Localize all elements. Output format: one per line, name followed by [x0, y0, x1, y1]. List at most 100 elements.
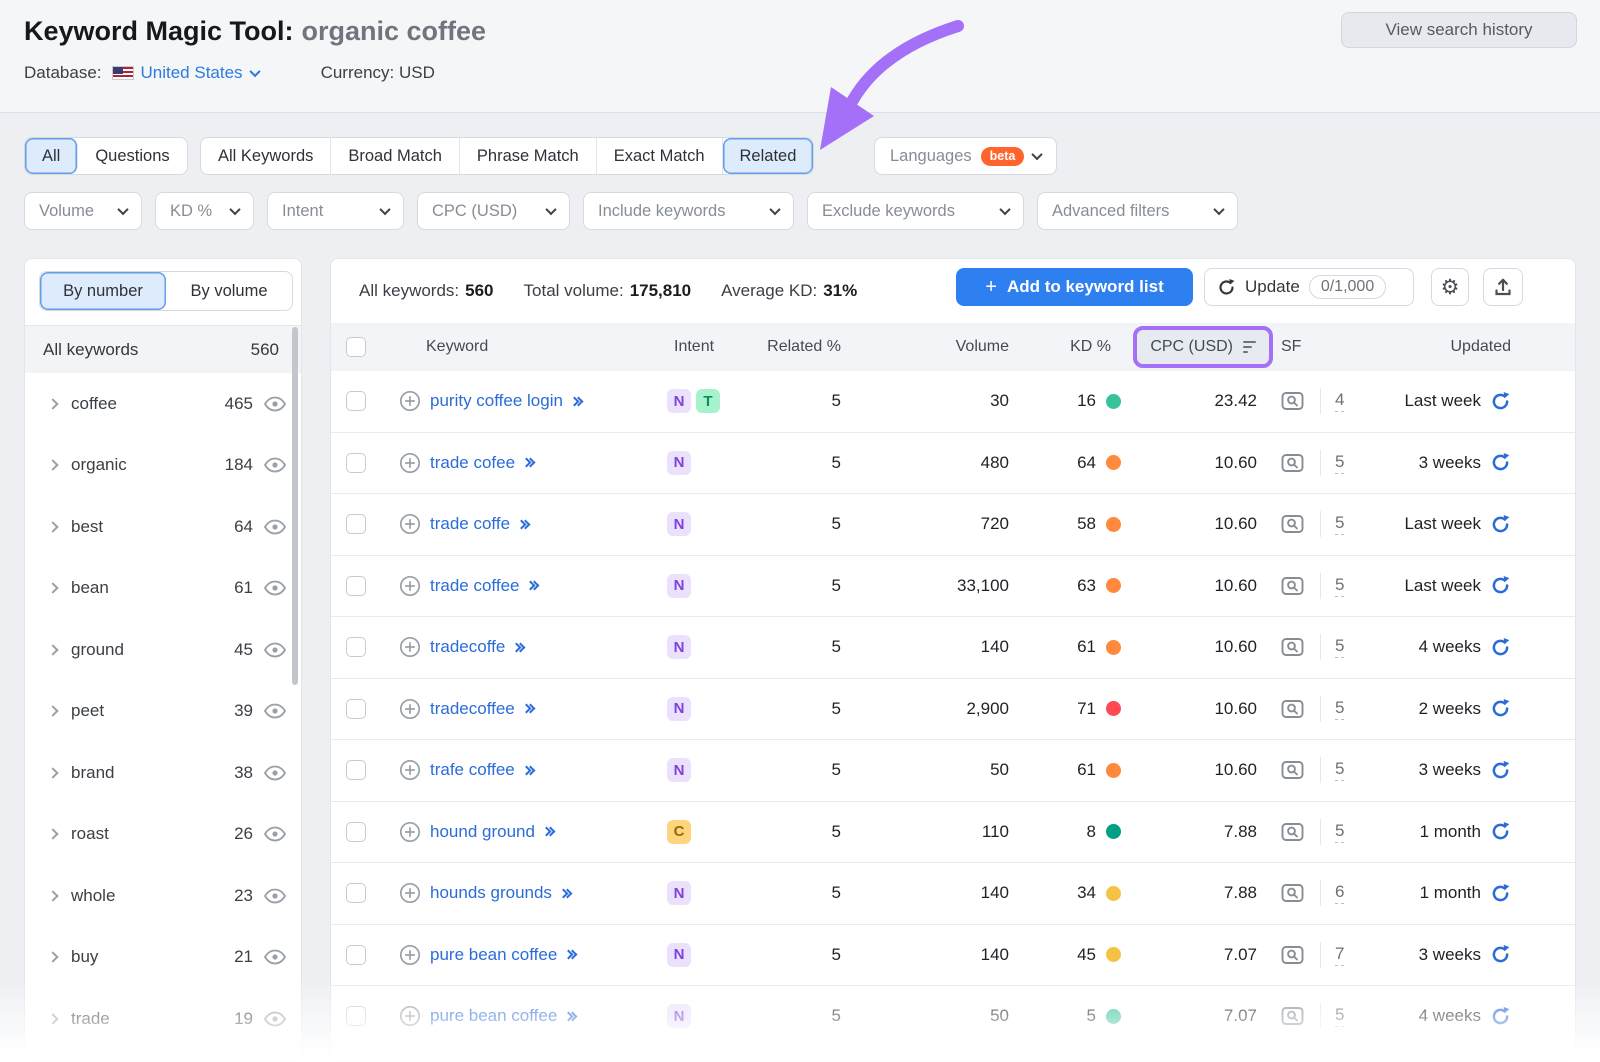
serp-preview-icon[interactable] — [1281, 514, 1304, 534]
add-keyword-icon[interactable] — [399, 636, 421, 658]
add-keyword-icon[interactable] — [399, 944, 421, 966]
chevron-right-icon[interactable] — [47, 829, 58, 840]
keyword-group-item[interactable]: bean 61 — [25, 558, 301, 620]
add-keyword-icon[interactable] — [399, 575, 421, 597]
add-keyword-icon[interactable] — [399, 882, 421, 904]
keyword-group-item[interactable]: brand 38 — [25, 742, 301, 804]
refresh-keyword-icon[interactable] — [1490, 514, 1511, 535]
sf-value[interactable]: 7 — [1335, 944, 1344, 966]
refresh-keyword-icon[interactable] — [1490, 821, 1511, 842]
tab-phrase-match[interactable]: Phrase Match — [460, 138, 597, 174]
keyword-group-item[interactable]: coffee 465 — [25, 373, 301, 435]
update-button[interactable]: Update 0/1,000 — [1204, 268, 1414, 306]
settings-button[interactable]: ⚙ — [1431, 268, 1469, 306]
row-checkbox[interactable] — [346, 637, 366, 657]
keyword-link[interactable]: trafe coffee — [430, 760, 515, 780]
database-select[interactable]: United States — [141, 63, 243, 83]
keyword-link[interactable]: tradecoffe — [430, 637, 505, 657]
serp-preview-icon[interactable] — [1281, 1006, 1304, 1026]
sf-value[interactable]: 5 — [1335, 759, 1344, 781]
keyword-group-item[interactable]: peet 39 — [25, 681, 301, 743]
sf-value[interactable]: 5 — [1335, 452, 1344, 474]
sf-value[interactable]: 5 — [1335, 575, 1344, 597]
all-keywords-group[interactable]: All keywords 560 — [25, 325, 301, 373]
refresh-keyword-icon[interactable] — [1490, 698, 1511, 719]
refresh-keyword-icon[interactable] — [1490, 760, 1511, 781]
chevron-right-icon[interactable] — [47, 644, 58, 655]
add-keyword-icon[interactable] — [399, 1005, 421, 1027]
row-checkbox[interactable] — [346, 391, 366, 411]
sf-value[interactable]: 5 — [1335, 821, 1344, 843]
expand-keyword-icon[interactable] — [526, 705, 534, 712]
expand-keyword-icon[interactable] — [516, 644, 524, 651]
column-kd[interactable]: KD % — [1011, 323, 1123, 371]
sf-value[interactable]: 5 — [1335, 1005, 1344, 1027]
chevron-down-icon[interactable] — [249, 66, 260, 77]
column-related[interactable]: Related % — [751, 323, 841, 371]
row-checkbox[interactable] — [346, 883, 366, 903]
refresh-keyword-icon[interactable] — [1490, 883, 1511, 904]
chevron-right-icon[interactable] — [47, 583, 58, 594]
add-keyword-icon[interactable] — [399, 698, 421, 720]
column-volume[interactable]: Volume — [841, 323, 1011, 371]
tab-exact-match[interactable]: Exact Match — [597, 138, 723, 174]
column-cpc[interactable]: CPC (USD) — [1150, 338, 1233, 356]
by-volume-toggle[interactable]: By volume — [166, 272, 292, 310]
row-checkbox[interactable] — [346, 945, 366, 965]
add-to-keyword-list-button[interactable]: + Add to keyword list — [956, 268, 1193, 306]
chevron-right-icon[interactable] — [47, 521, 58, 532]
chevron-right-icon[interactable] — [47, 398, 58, 409]
eye-icon[interactable] — [263, 949, 287, 965]
column-intent[interactable]: Intent — [661, 323, 751, 371]
refresh-keyword-icon[interactable] — [1490, 391, 1511, 412]
sf-value[interactable]: 5 — [1335, 698, 1344, 720]
add-keyword-icon[interactable] — [399, 452, 421, 474]
view-search-history-button[interactable]: View search history — [1341, 12, 1577, 48]
sidebar-scrollbar[interactable] — [292, 327, 298, 685]
keyword-group-item[interactable]: ground 45 — [25, 619, 301, 681]
add-keyword-icon[interactable] — [399, 513, 421, 535]
eye-icon[interactable] — [263, 826, 287, 842]
add-keyword-icon[interactable] — [399, 759, 421, 781]
expand-keyword-icon[interactable] — [568, 951, 576, 958]
eye-icon[interactable] — [263, 580, 287, 596]
keyword-link[interactable]: hound ground — [430, 822, 535, 842]
advanced-filters[interactable]: Advanced filters — [1037, 192, 1238, 230]
column-sf[interactable]: SF — [1259, 323, 1377, 371]
row-checkbox[interactable] — [346, 760, 366, 780]
sf-value[interactable]: 4 — [1335, 390, 1344, 412]
serp-preview-icon[interactable] — [1281, 637, 1304, 657]
chevron-right-icon[interactable] — [47, 706, 58, 717]
intent-filter[interactable]: Intent — [267, 192, 404, 230]
keyword-link[interactable]: trade coffee — [430, 576, 519, 596]
add-keyword-icon[interactable] — [399, 821, 421, 843]
refresh-keyword-icon[interactable] — [1490, 575, 1511, 596]
expand-keyword-icon[interactable] — [563, 890, 571, 897]
exclude-keywords-filter[interactable]: Exclude keywords — [807, 192, 1024, 230]
select-all-checkbox[interactable] — [346, 337, 366, 357]
refresh-keyword-icon[interactable] — [1490, 944, 1511, 965]
expand-keyword-icon[interactable] — [526, 767, 534, 774]
expand-keyword-icon[interactable] — [546, 828, 554, 835]
serp-preview-icon[interactable] — [1281, 883, 1304, 903]
eye-icon[interactable] — [263, 1011, 287, 1027]
column-keyword[interactable]: Keyword — [381, 323, 661, 371]
expand-keyword-icon[interactable] — [530, 582, 538, 589]
by-number-toggle[interactable]: By number — [40, 272, 166, 310]
export-button[interactable] — [1483, 268, 1523, 306]
refresh-keyword-icon[interactable] — [1490, 452, 1511, 473]
row-checkbox[interactable] — [346, 1006, 366, 1026]
serp-preview-icon[interactable] — [1281, 576, 1304, 596]
keyword-group-item[interactable]: organic 184 — [25, 435, 301, 497]
serp-preview-icon[interactable] — [1281, 453, 1304, 473]
sf-value[interactable]: 5 — [1335, 636, 1344, 658]
tab-all-keywords[interactable]: All Keywords — [201, 138, 331, 174]
chevron-right-icon[interactable] — [47, 890, 58, 901]
refresh-keyword-icon[interactable] — [1490, 637, 1511, 658]
keyword-link[interactable]: pure bean coffee — [430, 945, 557, 965]
keyword-group-item[interactable]: roast 26 — [25, 804, 301, 866]
eye-icon[interactable] — [263, 396, 287, 412]
keyword-link[interactable]: trade coffe — [430, 514, 510, 534]
chevron-right-icon[interactable] — [47, 1013, 58, 1024]
sf-value[interactable]: 6 — [1335, 882, 1344, 904]
